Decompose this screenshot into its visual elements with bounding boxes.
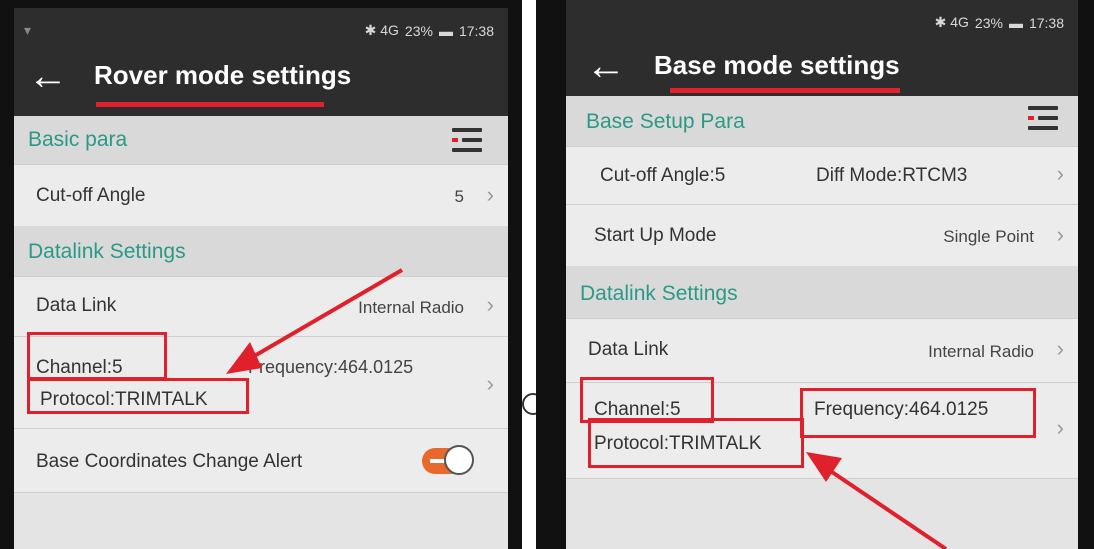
annotation-arrow (806, 452, 948, 549)
rover-phone-photo: ▾ ✱ 4G 23% ▬ 17:38 ← Rover mode settings… (0, 0, 522, 549)
annotation-arrow (226, 268, 404, 374)
base-phone-photo: ✱ 4G 23% ▬ 17:38 ← Base mode settings Ba… (536, 0, 1094, 549)
image-gap (522, 0, 536, 549)
